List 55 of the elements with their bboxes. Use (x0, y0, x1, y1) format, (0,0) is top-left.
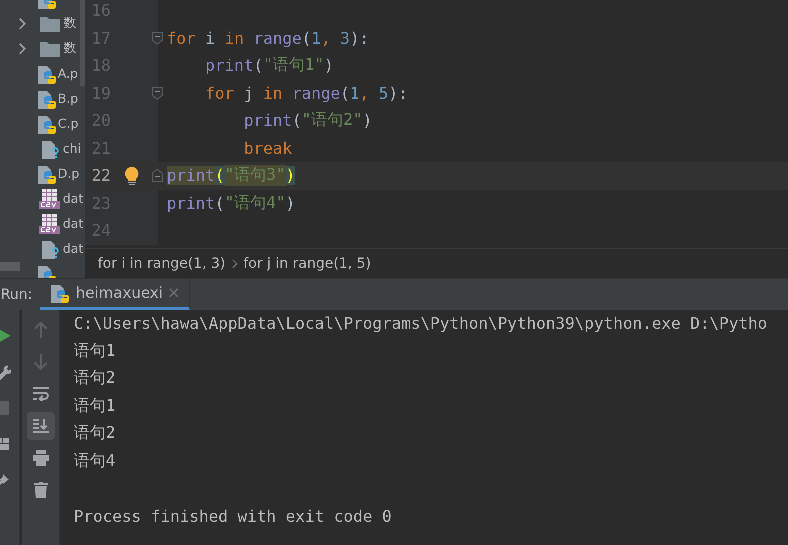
scrollbar-thumb[interactable] (0, 262, 20, 271)
code-line: print("语句4") (166, 192, 296, 215)
file-name[interactable]: A.p (58, 66, 78, 81)
console-line: 语句1 (74, 340, 117, 362)
printer-icon (32, 450, 48, 466)
file-name[interactable]: 数 (64, 15, 77, 32)
wrench-icon (0, 364, 10, 380)
arrow-up-icon (34, 322, 48, 338)
folder-icon (40, 40, 60, 56)
run-label: Run: (1, 286, 34, 302)
csv-file-icon (39, 212, 60, 234)
fold-marker-icon[interactable] (152, 32, 163, 45)
file-name[interactable]: D.p (58, 166, 80, 181)
scrollbar-thumb[interactable] (80, 0, 85, 86)
arrow-down-icon (34, 354, 48, 370)
line-number: 22 (90, 166, 111, 186)
console-line: 语句2 (74, 422, 117, 444)
trash-icon (34, 482, 48, 498)
breadcrumb[interactable]: for i in range(1, 3) (98, 256, 226, 272)
file-name[interactable]: C.p (58, 116, 79, 131)
fold-marker-icon[interactable] (152, 86, 163, 100)
file-name[interactable]: chi (63, 141, 82, 156)
fold-marker-icon[interactable] (152, 169, 163, 182)
pin-icon (0, 473, 8, 487)
python-icon (50, 282, 70, 304)
code-line: for i in range(1, 3): (166, 28, 370, 50)
file-name[interactable]: dat (63, 241, 84, 256)
code-line: for j in range(1, 5): (204, 82, 408, 105)
scroll-to-end-icon (32, 419, 48, 433)
console-line: C:\Users\hawa\AppData\Local\Programs\Python\Python39\python.exe D:\Pytho (74, 313, 769, 336)
chevron-right-icon[interactable] (19, 42, 27, 54)
console-line: 语句4 (74, 450, 117, 472)
console-line: 语句2 (74, 367, 117, 390)
code-line: break (243, 138, 292, 160)
chevron-right-icon (232, 258, 238, 268)
stop-icon (0, 401, 8, 415)
console-line: 语句1 (74, 394, 117, 417)
run-tab[interactable]: heimaxuexi (40, 279, 190, 310)
close-icon[interactable] (169, 288, 180, 298)
layout-icon (0, 437, 8, 451)
scroll-end-button[interactable] (26, 412, 54, 440)
chevron-right-icon[interactable] (19, 18, 27, 30)
lightbulb-icon[interactable] (125, 166, 139, 185)
run-icon (0, 328, 10, 344)
console-line: Process finished with exit code 0 (74, 506, 393, 528)
file-name[interactable]: 数 (64, 40, 77, 57)
breadcrumb[interactable]: for j in range(1, 5) (244, 256, 372, 272)
file-name[interactable]: dat (63, 216, 84, 231)
folder-icon (40, 16, 60, 32)
file-name[interactable]: B.p (58, 91, 78, 106)
file-name[interactable]: dat (63, 191, 84, 206)
csv-file-icon (39, 188, 60, 210)
code-line: print("语句2") (243, 109, 372, 132)
code-line: print("语句1") (204, 54, 334, 78)
soft-wrap-icon (32, 387, 48, 401)
